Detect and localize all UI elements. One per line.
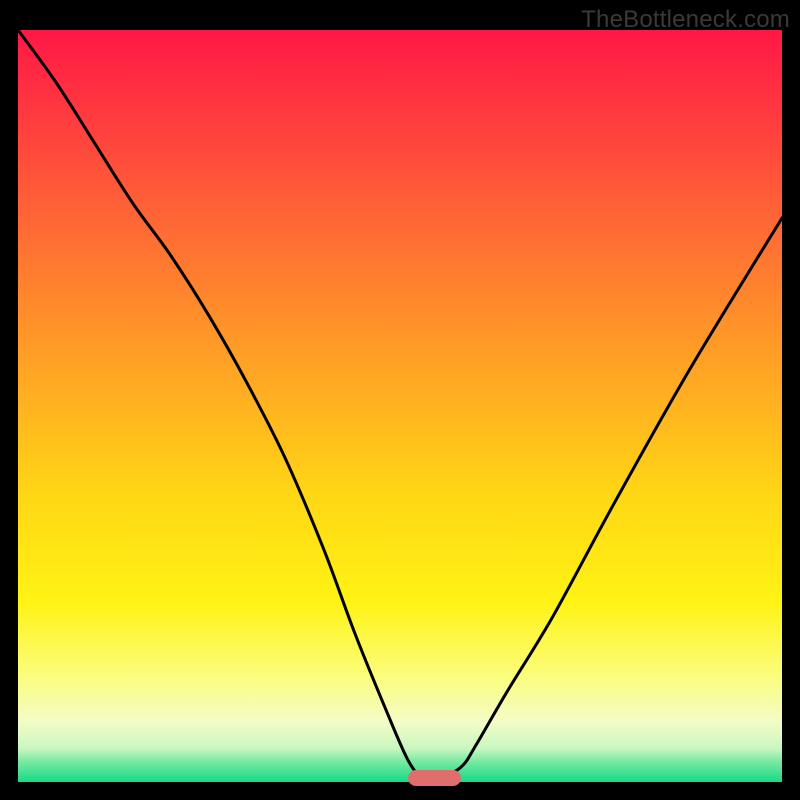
chart-frame: TheBottleneck.com	[0, 0, 800, 800]
bottleneck-curve	[18, 30, 782, 782]
plot-area	[18, 30, 782, 782]
optimal-marker	[408, 770, 461, 786]
